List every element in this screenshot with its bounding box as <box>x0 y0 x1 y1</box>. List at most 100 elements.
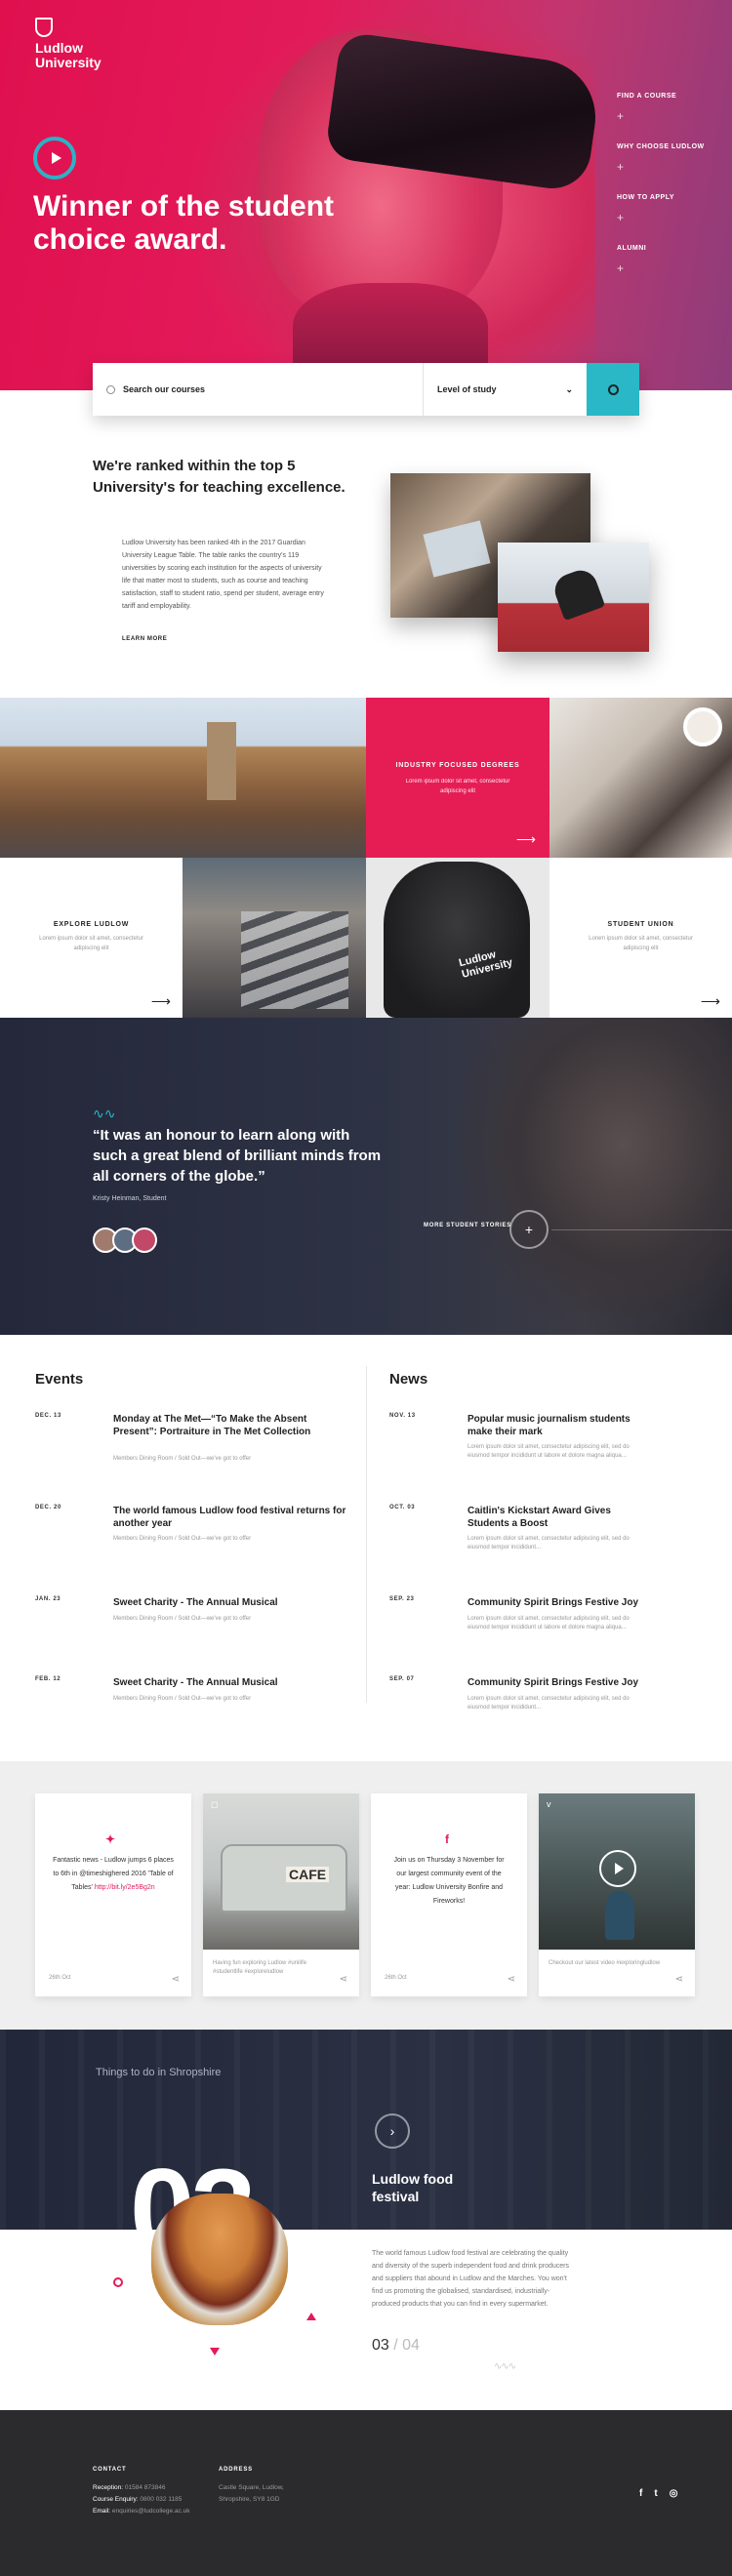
contact-value[interactable]: enquiries@ludcollege.ac.uk <box>112 2508 190 2515</box>
event-date: DEC. 20 <box>35 1505 61 1510</box>
play-icon <box>615 1863 624 1874</box>
parked-cars <box>241 911 348 1009</box>
search-icon <box>106 384 115 394</box>
nav-how-to-apply[interactable]: HOW TO APPLY + <box>617 194 724 245</box>
nav-label: WHY CHOOSE LUDLOW <box>617 143 705 150</box>
next-arrow-button[interactable]: › <box>375 2113 410 2149</box>
news-title: Community Spirit Brings Festive Joy <box>468 1597 639 1608</box>
student-union-tile[interactable]: STUDENT UNION Lorem ipsum dolor sit amet… <box>549 858 732 1018</box>
contact-label: Reception: <box>93 2484 124 2491</box>
news-date: OCT. 03 <box>389 1505 416 1510</box>
social-feed: ✦ Fantastic news - Ludlow jumps 6 places… <box>0 1761 732 2030</box>
event-meta: Members Dining Room / Sold Out—we've got… <box>113 1536 252 1542</box>
wave-icon: ∿∿∿ <box>494 2361 516 2372</box>
share-icon[interactable]: ⋖ <box>675 1974 683 1985</box>
instagram-icon[interactable]: ◎ <box>670 2488 678 2499</box>
hoodie-photo: Ludlow University <box>366 858 549 1018</box>
news-excerpt: Lorem ipsum dolor sit amet, consectetur … <box>468 1444 630 1459</box>
avatar[interactable] <box>132 1228 157 1253</box>
share-icon[interactable]: ⋖ <box>340 1974 347 1985</box>
section-label: Things to do in Shropshire <box>96 2067 222 2078</box>
testimonial-quote: “It was an honour to learn along with su… <box>93 1127 382 1185</box>
tile-sub: Lorem ipsum dolor sit amet, consectetur … <box>39 936 143 951</box>
forest-video-thumbnail: v <box>539 1793 695 1950</box>
twitter-card[interactable]: ✦ Fantastic news - Ludlow jumps 6 places… <box>35 1793 191 1996</box>
share-icon[interactable]: ⋖ <box>508 1974 515 1985</box>
triangle-decoration <box>306 2313 316 2320</box>
tweet-link[interactable]: http://bit.ly/2e5Bg2n <box>95 1884 155 1891</box>
avatar-list <box>93 1228 157 1253</box>
shield-icon <box>35 18 53 37</box>
vimeo-card[interactable]: v Checkout our latest video #exploringlu… <box>539 1793 695 1996</box>
learn-more-link[interactable]: LEARN MORE <box>122 636 167 642</box>
triangle-decoration <box>210 2348 220 2355</box>
burger-photo <box>151 2194 288 2325</box>
news-date: SEP. 23 <box>389 1596 415 1602</box>
arrow-right-icon[interactable]: ⟶ <box>151 993 171 1010</box>
plus-icon: + <box>617 109 625 123</box>
divider-line <box>551 1229 732 1230</box>
play-video-button[interactable] <box>599 1850 636 1887</box>
play-video-button[interactable] <box>33 137 76 180</box>
course-search-bar: Search our courses Level of study ⌄ <box>93 363 639 416</box>
nav-alumni[interactable]: ALUMNI + <box>617 245 724 296</box>
street-photo <box>183 858 366 1018</box>
tile-title: INDUSTRY FOCUSED DEGREES <box>395 762 520 769</box>
plus-circle-button[interactable]: + <box>509 1210 549 1249</box>
event-date: JAN. 23 <box>35 1596 61 1602</box>
hero-title: Winner of the student choice award. <box>33 190 335 256</box>
contact-value[interactable]: 01584 873846 <box>125 2484 166 2491</box>
site-logo[interactable]: Ludlow University <box>35 18 113 70</box>
news-excerpt: Lorem ipsum dolor sit amet, consectetur … <box>468 1696 630 1711</box>
twitter-icon[interactable]: t <box>654 2488 657 2499</box>
runner-figure <box>549 565 606 622</box>
industry-degrees-tile[interactable]: INDUSTRY FOCUSED DEGREES Lorem ipsum dol… <box>366 698 549 858</box>
explore-ludlow-tile[interactable]: EXPLORE LUDLOW Lorem ipsum dolor sit ame… <box>0 858 183 1018</box>
contact-value[interactable]: 0800 032 1185 <box>140 2496 182 2503</box>
tile-title: STUDENT UNION <box>607 921 674 928</box>
arrow-right-icon[interactable]: ⟶ <box>701 993 720 1010</box>
runner-photo <box>498 543 649 652</box>
tree-pattern <box>0 2030 732 2230</box>
pager-total: 04 <box>402 2337 420 2354</box>
facebook-card[interactable]: f Join us on Thursday 3 November for our… <box>371 1793 527 1996</box>
facebook-icon: f <box>445 1832 449 1846</box>
instagram-card[interactable]: ◻ CAFE Having fun exploring Ludlow #unil… <box>203 1793 359 1996</box>
news-heading: News <box>389 1371 428 1388</box>
search-input[interactable]: Search our courses <box>93 363 423 416</box>
event-title: Monday at The Met—“To Make the Absent Pr… <box>113 1414 311 1437</box>
address-heading: ADDRESS <box>219 2467 253 2473</box>
post-caption: Having fun exploring Ludlow #unilife #st… <box>213 1960 307 1975</box>
chevron-down-icon: ⌄ <box>565 383 573 394</box>
news-date: NOV. 13 <box>389 1413 416 1419</box>
things-to-do-section: Things to do in Shropshire 03 › Ludlow f… <box>0 2030 732 2410</box>
post-text: Join us on Thursday 3 November for our l… <box>393 1857 505 1905</box>
more-student-stories-link[interactable]: MORE STUDENT STORIES <box>424 1223 511 1228</box>
tablet-screen <box>423 520 491 578</box>
event-meta: Members Dining Room / Sold Out—we've got… <box>113 1696 252 1702</box>
event-title: Sweet Charity - The Annual Musical <box>113 1677 278 1688</box>
nav-label: ALUMNI <box>617 245 647 252</box>
event-title: Sweet Charity - The Annual Musical <box>113 1597 278 1608</box>
desk-photo <box>549 698 732 858</box>
nav-why-choose[interactable]: WHY CHOOSE LUDLOW + <box>617 143 724 194</box>
slide-pager: 03 / 04 <box>372 2337 420 2355</box>
tile-title: EXPLORE LUDLOW <box>53 921 130 928</box>
site-footer: CONTACT Reception: 01584 873846 Course E… <box>0 2410 732 2576</box>
share-icon[interactable]: ⋖ <box>172 1974 180 1985</box>
ranked-heading: We're ranked within the top 5 University… <box>93 458 346 496</box>
instagram-icon: ◻ <box>211 1799 219 1809</box>
arrow-right-icon[interactable]: ⟶ <box>516 831 536 848</box>
search-placeholder: Search our courses <box>123 384 206 394</box>
post-date: 26th Oct <box>385 1975 407 1981</box>
post-date: 26th Oct <box>49 1975 71 1981</box>
news-excerpt: Lorem ipsum dolor sit amet, consectetur … <box>468 1616 630 1630</box>
coffee-cup <box>683 707 722 746</box>
news-title: Caitlin's Kickstart Award Gives Students… <box>468 1506 611 1529</box>
level-of-study-select[interactable]: Level of study ⌄ <box>423 363 587 416</box>
nav-find-course[interactable]: FIND A COURSE + <box>617 93 724 143</box>
contact-heading: CONTACT <box>93 2467 127 2473</box>
search-button[interactable] <box>587 363 639 416</box>
forest-background <box>0 2030 732 2230</box>
facebook-icon[interactable]: f <box>639 2488 642 2499</box>
